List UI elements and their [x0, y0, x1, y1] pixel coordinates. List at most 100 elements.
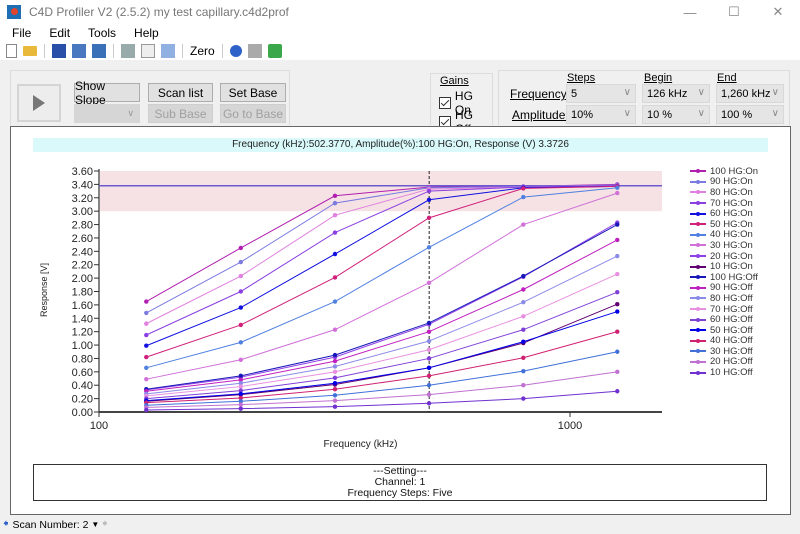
open-folder-icon[interactable] — [23, 46, 37, 56]
print-icon[interactable] — [121, 44, 135, 58]
next-scan-arrow-icon[interactable]: 🠺 — [102, 515, 108, 534]
legend-item[interactable]: 70 HG:Off — [680, 304, 758, 315]
help-icon[interactable] — [229, 45, 242, 57]
zero-button[interactable]: Zero — [190, 44, 215, 58]
legend-item[interactable]: 60 HG:On — [680, 208, 758, 219]
legend-item[interactable]: 100 HG:Off — [680, 272, 758, 283]
legend-item[interactable]: 30 HG:Off — [680, 346, 758, 357]
legend-item[interactable]: 80 HG:On — [680, 187, 758, 198]
menu-tools[interactable]: Tools — [78, 26, 124, 40]
y-tick-label: 1.40 — [72, 313, 93, 325]
begin-header: Begin — [644, 72, 673, 84]
go-to-base-button[interactable]: Go to Base — [220, 104, 286, 123]
y-tick-label: 2.80 — [72, 220, 93, 232]
data-point — [332, 393, 338, 398]
play-icon — [33, 95, 45, 111]
amplitude-begin-select[interactable]: 10 % ∨ — [642, 105, 710, 124]
legend-item[interactable]: 40 HG:Off — [680, 335, 758, 346]
menu-file[interactable]: File — [0, 26, 39, 40]
legend-item[interactable]: 90 HG:Off — [680, 282, 758, 293]
menu-edit[interactable]: Edit — [39, 26, 78, 40]
set-base-button[interactable]: Set Base — [220, 83, 286, 102]
y-tick-label: 0.80 — [72, 353, 93, 365]
new-file-icon[interactable] — [6, 44, 17, 58]
data-point — [144, 321, 149, 326]
legend-label: 60 HG:Off — [710, 314, 753, 326]
frequency-begin-select[interactable]: 126 kHz ∨ — [642, 84, 710, 103]
legend-item[interactable]: 10 HG:Off — [680, 367, 758, 378]
print-preview-icon[interactable] — [141, 44, 155, 58]
data-point — [426, 215, 432, 221]
amplitude-steps-select[interactable]: 10% ∨ — [566, 105, 636, 124]
data-point — [426, 383, 432, 388]
title-bar: C4D Profiler V2 (2.5.2) my test capillar… — [0, 0, 800, 24]
slope-select[interactable]: ∨ — [74, 104, 140, 123]
legend-swatch — [690, 349, 706, 354]
legend-item[interactable]: 20 HG:On — [680, 251, 758, 262]
menu-help[interactable]: Help — [124, 26, 167, 40]
scan-number-dropdown[interactable]: Scan Number: 2 — [13, 519, 89, 531]
legend-swatch — [690, 285, 706, 290]
toolbar-separator — [113, 44, 114, 58]
close-button[interactable]: ✕ — [756, 0, 800, 24]
legend-item[interactable]: 50 HG:Off — [680, 325, 758, 336]
y-tick-label: 1.60 — [72, 300, 93, 312]
show-slope-button[interactable]: Show Slope — [74, 79, 140, 107]
play-button[interactable] — [17, 84, 61, 122]
amplitude-end-select[interactable]: 100 % ∨ — [716, 105, 784, 124]
device-icon[interactable] — [267, 44, 282, 58]
save-icon[interactable] — [52, 44, 66, 58]
legend-item[interactable]: 20 HG:Off — [680, 356, 758, 368]
legend-label: 100 HG:Off — [710, 271, 758, 283]
minimize-button[interactable]: — — [668, 0, 712, 24]
data-point — [615, 329, 620, 334]
data-point — [521, 368, 526, 374]
export-image-icon[interactable] — [92, 44, 106, 58]
legend-swatch — [690, 359, 706, 364]
legend-item[interactable]: 100 HG:On — [680, 166, 758, 177]
data-point — [332, 364, 338, 369]
data-point — [332, 404, 338, 409]
frequency-label: Frequency: — [510, 87, 571, 101]
maximize-button[interactable]: ☐ — [712, 0, 756, 24]
previous-scan-arrow-icon[interactable]: 🠸 — [3, 515, 9, 534]
monitor-icon[interactable] — [247, 44, 262, 58]
end-header: End — [717, 72, 737, 84]
legend-item[interactable]: 80 HG:Off — [680, 293, 758, 304]
legend-item[interactable]: 70 HG:On — [680, 198, 758, 209]
data-point — [332, 251, 338, 257]
copy-icon[interactable] — [161, 44, 175, 58]
data-point — [332, 193, 338, 198]
legend-item[interactable]: 60 HG:Off — [680, 314, 758, 325]
legend-item[interactable]: 30 HG:On — [680, 240, 758, 251]
legend-label: 20 HG:Off — [710, 356, 753, 368]
y-tick-label: 1.00 — [72, 340, 93, 352]
chevron-down-icon: ∨ — [771, 108, 779, 119]
data-point — [238, 384, 243, 389]
response-chart[interactable]: 0.000.20 0.400.60 0.801.001.20 1.401.601.80… — [11, 127, 790, 514]
y-tick-label: 3.60 — [72, 166, 93, 178]
gains-group: Gains HG On HG Off — [430, 73, 493, 136]
legend-swatch — [690, 328, 706, 333]
sub-base-button[interactable]: Sub Base — [148, 104, 213, 123]
data-point — [615, 190, 620, 196]
legend-item[interactable]: 90 HG:On — [680, 176, 758, 187]
data-point — [615, 349, 620, 354]
legend-item[interactable]: 10 HG:On — [680, 261, 758, 272]
legend-label: 20 HG:On — [710, 250, 753, 262]
legend-item[interactable]: 50 HG:On — [680, 219, 758, 230]
data-point — [615, 222, 620, 227]
legend-item[interactable]: 40 HG:On — [680, 229, 758, 240]
frequency-steps-value: 5 — [571, 87, 578, 100]
frequency-end-select[interactable]: 1,260 kHz ∨ — [716, 84, 784, 103]
frequency-steps-select[interactable]: 5 ∨ — [566, 84, 636, 103]
chevron-down-icon[interactable]: ▼ — [91, 520, 99, 529]
save-all-icon[interactable] — [72, 44, 86, 58]
scan-list-button[interactable]: Scan list — [148, 83, 213, 102]
legend-label: 30 HG:On — [710, 239, 753, 251]
data-point — [615, 237, 620, 243]
data-point — [238, 245, 243, 251]
menu-bar: File Edit Tools Help — [0, 24, 800, 42]
chevron-down-icon: ∨ — [697, 108, 705, 119]
data-point — [426, 365, 432, 371]
